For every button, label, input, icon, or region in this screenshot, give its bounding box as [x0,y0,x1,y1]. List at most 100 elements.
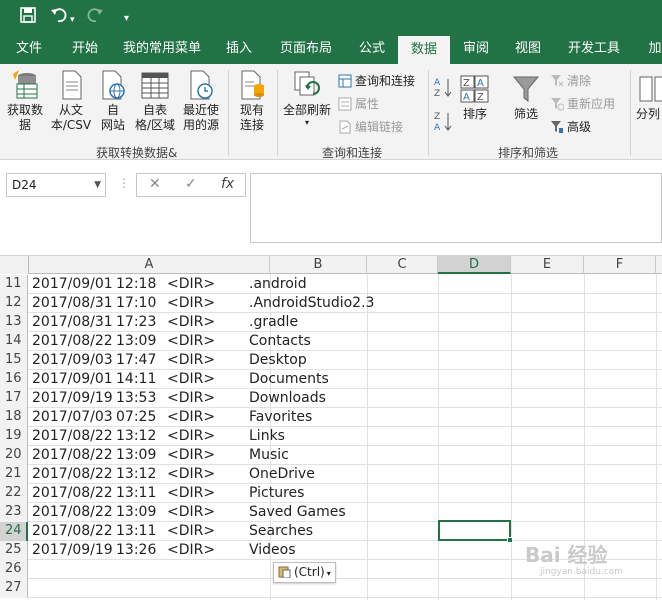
cancel-icon[interactable]: ✕ [149,176,161,192]
table-row[interactable]: 12 2017/08/31 17:10 <DIR> .AndroidStudio2.3 [0,294,662,313]
tab-insert[interactable]: 插入 [216,34,262,64]
row-header[interactable]: 18 [0,408,28,427]
tab-my-menu[interactable]: 我的常用菜单 [116,34,208,64]
table-row[interactable]: 15 2017/09/03 17:47 <DIR> Desktop [0,351,662,370]
tab-view[interactable]: 视图 [506,34,550,64]
chevron-down-icon[interactable]: ▼ [94,174,101,196]
cell-time: 13:12 [116,428,157,444]
row-header[interactable]: 26 [0,560,28,579]
cell-date[interactable]: 2017/09/19 [32,541,113,560]
row-header[interactable]: 11 [0,275,28,294]
sort-label: 排序 [462,107,487,121]
row-header[interactable]: 14 [0,332,28,351]
row-header[interactable]: 15 [0,351,28,370]
formula-input[interactable] [250,173,662,243]
row-header[interactable]: 19 [0,427,28,446]
sort-ascending-button[interactable]: AZ [432,76,454,102]
from-text-csv-button[interactable]: 从文 本/CSV [48,70,94,133]
select-all-corner[interactable] [0,256,29,274]
from-table-button[interactable]: 自表 格/区域 [132,70,178,133]
cell-date[interactable]: 2017/07/03 [32,408,113,427]
selected-cell-d24[interactable] [438,520,513,543]
row-header[interactable]: 21 [0,465,28,484]
row-header[interactable]: 16 [0,370,28,389]
recent-sources-button[interactable]: 最近使 用的源 [178,70,224,133]
sort-button[interactable]: ZAAZ 排序 [456,74,494,122]
cell-date[interactable]: 2017/08/22 [32,522,113,541]
tab-developer[interactable]: 开发工具 [560,34,628,64]
cell-date[interactable]: 2017/08/22 [32,484,113,503]
row-header[interactable]: 27 [0,579,28,598]
row-header[interactable]: 25 [0,541,28,560]
row-header[interactable]: 22 [0,484,28,503]
cell-dir: <DIR> [167,542,216,558]
cell-date[interactable]: 2017/08/22 [32,503,113,522]
cell-date[interactable]: 2017/09/01 [32,370,113,389]
table-row[interactable]: 17 2017/09/19 13:53 <DIR> Downloads [0,389,662,408]
existing-connections-label-2: 连接 [239,118,264,132]
worksheet-grid[interactable]: A B C D E F 11 2017/09/01 12:18 <DIR> .andro… [0,255,662,600]
column-header-b[interactable]: B [270,256,367,274]
cell-date[interactable]: 2017/08/22 [32,446,113,465]
tab-formulas[interactable]: 公式 [350,34,394,64]
row-header[interactable]: 23 [0,503,28,522]
queries-connections-button[interactable]: 查询和连接 [338,72,415,90]
tab-more[interactable]: 加 [640,34,662,64]
row-header[interactable]: 24 [0,522,28,541]
undo-dropdown-icon[interactable]: ▾ [70,10,75,30]
advanced-label: 高级 [567,120,592,134]
cell-date[interactable]: 2017/09/01 [32,275,113,294]
undo-icon[interactable] [50,7,68,28]
table-row[interactable]: 19 2017/08/22 13:12 <DIR> Links [0,427,662,446]
table-row[interactable]: 22 2017/08/22 13:11 <DIR> Pictures [0,484,662,503]
column-header-a[interactable]: A [29,256,270,274]
split-columns-button[interactable]: 分列 [636,74,662,122]
paste-options-button[interactable]: (Ctrl) ▾ [273,562,336,583]
row-header[interactable]: 12 [0,294,28,313]
customize-qat-icon[interactable]: ▾ [124,9,129,29]
existing-connections-button[interactable]: 现有 连接 [232,70,272,133]
cell-date[interactable]: 2017/08/22 [32,332,113,351]
refresh-all-button[interactable]: 全部刷新 ▾ [281,70,333,128]
refresh-dropdown-icon[interactable]: ▾ [281,118,333,128]
text-file-icon [55,70,87,100]
baidu-watermark: Bai 经验 [525,543,608,567]
table-row[interactable]: 13 2017/08/31 17:23 <DIR> .gradle [0,313,662,332]
table-row[interactable]: 18 2017/07/03 07:25 <DIR> Favorites [0,408,662,427]
row-header[interactable]: 20 [0,446,28,465]
cell-date[interactable]: 2017/08/31 [32,313,113,332]
tab-review[interactable]: 审阅 [454,34,498,64]
row-header[interactable]: 17 [0,389,28,408]
column-header-c[interactable]: C [367,256,438,274]
table-row[interactable]: 21 2017/08/22 13:12 <DIR> OneDrive [0,465,662,484]
tab-data[interactable]: 数据 [398,36,450,64]
name-box[interactable]: D24 ▼ [6,173,106,197]
table-row[interactable]: 14 2017/08/22 13:09 <DIR> Contacts [0,332,662,351]
column-header-e[interactable]: E [511,256,584,274]
tab-file[interactable]: 文件 [6,34,52,64]
table-row[interactable]: 20 2017/08/22 13:09 <DIR> Music [0,446,662,465]
row-header[interactable]: 13 [0,313,28,332]
cell-date[interactable]: 2017/08/31 [32,294,113,313]
sort-descending-button[interactable]: ZA [432,110,454,136]
from-web-button[interactable]: 自 网站 [94,70,132,133]
tab-home[interactable]: 开始 [62,34,108,64]
cell-date[interactable]: 2017/08/22 [32,465,113,484]
table-row[interactable]: 23 2017/08/22 13:09 <DIR> Saved Games [0,503,662,522]
table-row[interactable]: 16 2017/09/01 14:11 <DIR> Documents [0,370,662,389]
tab-page-layout[interactable]: 页面布局 [270,34,342,64]
column-header-f[interactable]: F [584,256,656,274]
filter-button[interactable]: 筛选 [506,74,546,122]
column-header-g[interactable] [656,256,662,274]
table-row[interactable]: 11 2017/09/01 12:18 <DIR> .android [0,275,662,294]
column-header-d[interactable]: D [438,256,511,274]
fill-handle[interactable] [507,537,513,543]
save-icon[interactable] [20,7,36,28]
insert-function-icon[interactable]: fx [221,176,234,192]
cell-date[interactable]: 2017/09/03 [32,351,113,370]
advanced-filter-button[interactable]: 高级 [550,118,591,136]
cell-date[interactable]: 2017/09/19 [32,389,113,408]
cell-date[interactable]: 2017/08/22 [32,427,113,446]
enter-icon[interactable]: ✓ [185,176,197,192]
get-data-button[interactable]: 获取数 据 [2,70,48,133]
